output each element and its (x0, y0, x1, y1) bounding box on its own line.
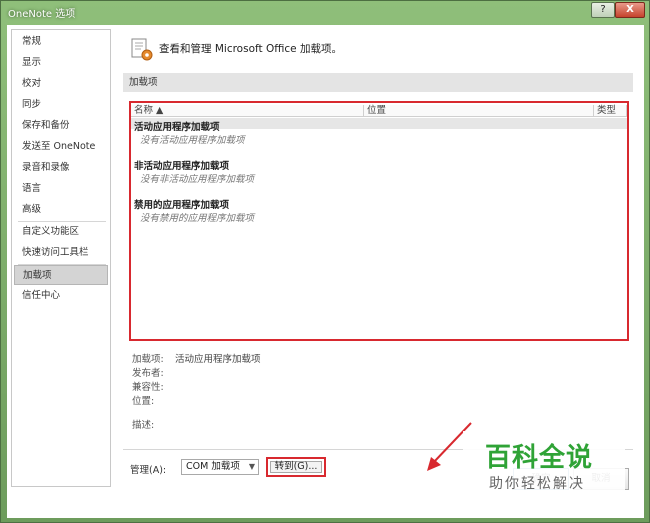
watermark-subtitle: 助你轻松解决 (489, 476, 585, 492)
detail-publisher-label: 发布者: (132, 368, 164, 379)
addins-gear-icon (131, 38, 153, 61)
options-sidebar: 常规 显示 校对 同步 保存和备份 发送至 OneNote 录音和录像 语言 高… (11, 29, 111, 487)
watermark-title: 百科全说 (485, 443, 594, 473)
column-header-location[interactable]: 位置 (364, 105, 594, 117)
manage-dropdown[interactable]: COM 加载项 ▼ (181, 459, 259, 475)
close-button[interactable]: X (615, 2, 645, 18)
sidebar-item-sync[interactable]: 同步 (14, 95, 108, 115)
section-title: 加载项 (123, 73, 633, 92)
detail-description-label: 描述: (132, 420, 155, 431)
goto-highlight-frame: 转到(G)... (266, 457, 326, 477)
sidebar-item-customize-ribbon[interactable]: 自定义功能区 (14, 222, 108, 242)
window-title: OneNote 选项 (8, 9, 76, 20)
group-inactive-title[interactable]: 非活动应用程序加载项 (134, 158, 229, 172)
sidebar-item-general[interactable]: 常规 (14, 32, 108, 52)
detail-location-label: 位置: (132, 396, 155, 407)
group-active-empty: 没有活动应用程序加载项 (140, 135, 245, 146)
addins-list[interactable]: 名称 ▲ 位置 类型 活动应用程序加载项 没有活动应用程序加载项 非活动应用程序… (129, 101, 629, 341)
addins-panel: 查看和管理 Microsoft Office 加载项。 加载项 名称 ▲ 位置 … (119, 29, 639, 487)
detail-addin-label: 加载项: (132, 354, 164, 365)
sidebar-item-proofing[interactable]: 校对 (14, 74, 108, 94)
help-button[interactable]: ? (591, 2, 615, 18)
sidebar-item-save-backup[interactable]: 保存和备份 (14, 116, 108, 136)
detail-addin-value: 活动应用程序加载项 (175, 354, 261, 365)
sidebar-item-send-to-onenote[interactable]: 发送至 OneNote (14, 137, 108, 157)
panel-description: 查看和管理 Microsoft Office 加载项。 (159, 43, 342, 55)
sidebar-item-audio-video[interactable]: 录音和录像 (14, 158, 108, 178)
sidebar-item-trust-center[interactable]: 信任中心 (14, 286, 108, 306)
sidebar-item-addins[interactable]: 加载项 (14, 265, 108, 285)
column-header-type[interactable]: 类型 (594, 105, 627, 117)
chevron-down-icon: ▼ (248, 462, 255, 471)
goto-button[interactable]: 转到(G)... (270, 461, 322, 473)
detail-compat-label: 兼容性: (132, 382, 164, 393)
sidebar-item-display[interactable]: 显示 (14, 53, 108, 73)
group-active-title[interactable]: 活动应用程序加载项 (134, 119, 220, 133)
column-header-name[interactable]: 名称 ▲ (131, 105, 364, 117)
title-bar: OneNote 选项 ? X (1, 1, 649, 23)
sidebar-item-language[interactable]: 语言 (14, 179, 108, 199)
sidebar-item-quick-access-toolbar[interactable]: 快速访问工具栏 (14, 243, 108, 263)
group-disabled-title[interactable]: 禁用的应用程序加载项 (134, 197, 229, 211)
manage-dropdown-value: COM 加载项 (186, 461, 240, 472)
site-watermark: 百科全说 助你轻松解决 (463, 431, 625, 497)
sidebar-item-advanced[interactable]: 高级 (14, 200, 108, 220)
group-inactive-empty: 没有非活动应用程序加载项 (140, 174, 255, 185)
options-dialog: OneNote 选项 ? X 常规 显示 校对 同步 保存和备份 发送至 One… (0, 0, 650, 523)
group-disabled-empty: 没有禁用的应用程序加载项 (140, 213, 255, 224)
manage-label: 管理(A): (130, 465, 167, 476)
